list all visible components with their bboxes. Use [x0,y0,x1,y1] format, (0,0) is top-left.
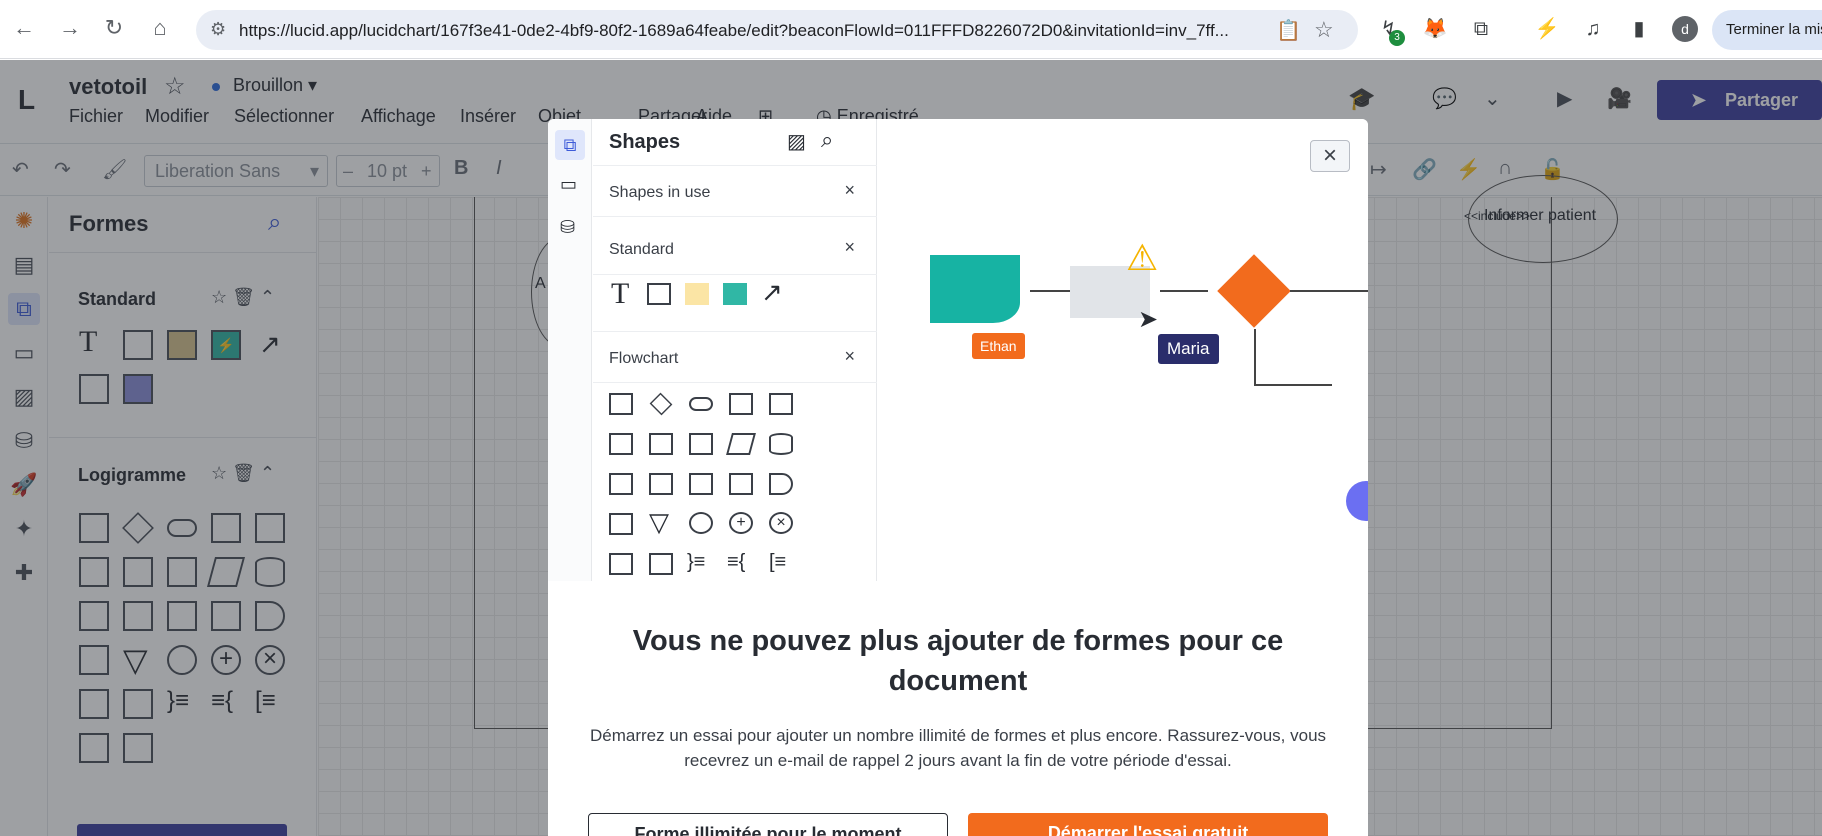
illustration-arrow [1160,290,1208,292]
preview-rail: ⧉ ▭ ⛁ [548,119,592,581]
or-shape: + [729,512,753,534]
section-label: Shapes in use [609,184,711,201]
close-icon: × [844,346,855,366]
modal-heading: Vous ne pouvez plus ajouter de formes po… [632,625,1284,697]
shapes-icon: ⧉ [555,130,585,160]
data-icon: ⛁ [560,217,576,237]
address-bar[interactable]: ⚙ https://lucid.app/lucidchart/167f3e41-… [196,10,1358,50]
profile-avatar[interactable]: d [1672,16,1698,42]
bracket-note-shape: [≡ [769,551,787,573]
manual-input-shape [649,433,673,455]
metamask-icon[interactable]: 🦊 [1422,16,1448,42]
process-shape [609,393,633,415]
note-shape [685,283,709,305]
illustration-line [1254,329,1256,385]
warning-icon: ⚠ [1126,237,1159,278]
connector-shape [689,512,713,534]
preview-section: Shapes in use × [593,165,877,217]
brace-left-shape: ≡{ [727,551,746,573]
subprocess-shape [729,393,753,415]
home-icon[interactable]: ⌂ [146,14,174,42]
cursor-label-ethan: Ethan [972,333,1025,359]
upgrade-modal: ⧉ ▭ ⛁ Shapes ▨ ⌕ Shapes in use × Standard… [548,119,1368,836]
media-controls-icon[interactable]: ♫ [1580,16,1606,42]
section-label: Standard [609,241,674,258]
continue-limited-button[interactable]: Forme illimitée pour le moment [588,813,948,836]
illustration-diamond [1217,254,1291,328]
rectangle-shape [647,283,671,305]
frame-icon: ▭ [560,174,578,194]
close-icon: × [844,180,855,200]
preview-section: Flowchart × [593,331,877,383]
brace-right-shape: }≡ [687,551,706,573]
text-shape: T [611,277,630,310]
extension-badge: 3 [1389,30,1405,46]
stored-data-shape [609,473,633,495]
image-icon: ▨ [787,131,806,153]
site-settings-icon[interactable]: ⚙ [210,19,226,40]
delay-shape [769,473,793,495]
internal-storage-shape [649,473,673,495]
terminator-shape [689,397,713,411]
illustration-arrow [1254,384,1332,386]
illustration-avatar [1346,481,1368,521]
preview-shapes-panel: Shapes ▨ ⌕ Shapes in use × Standard × T ↗ … [593,119,877,581]
tape-shape [689,473,713,495]
cursor-icon: ➤ [1138,306,1159,333]
preview-section: Standard × [593,223,877,275]
loop-limit-shape [609,553,633,575]
preparation-shape [689,433,713,455]
forward-icon[interactable]: → [56,14,84,42]
performance-icon[interactable]: ⚡ [1534,16,1560,42]
close-modal-button[interactable]: × [1310,140,1350,172]
decision-shape [649,392,673,416]
section-label: Flowchart [609,350,679,367]
bookmark-star-icon[interactable]: ☆ [1314,17,1334,43]
side-panel-icon[interactable]: ▮ [1626,16,1652,42]
arrow-shape: ↗ [761,277,783,307]
illustration-arrow [1290,290,1368,292]
preview-illustration: ⧉ ▭ ⛁ Shapes ▨ ⌕ Shapes in use × Standard… [548,119,1368,581]
illustration-teal-shape [930,255,1020,323]
start-trial-button[interactable]: Démarrer l'essai gratuit [968,813,1328,836]
finish-update-button[interactable]: Terminer la mis [1712,10,1822,50]
cursor-label-maria: Maria [1158,334,1219,364]
back-icon[interactable]: ← [10,14,38,42]
document-shape [769,393,793,415]
close-icon: × [844,237,855,257]
browser-toolbar: ← → ↻ ⌂ ⚙ https://lucid.app/lucidchart/1… [0,0,1822,59]
data-shape [726,433,756,455]
preview-panel-title: Shapes [609,131,681,153]
display-shape [609,513,633,535]
summing-junction-shape: × [769,512,793,534]
merge-shape: ▽ [649,507,669,537]
search-icon: ⌕ [821,127,834,152]
manual-operation-shape [729,473,753,495]
reload-icon[interactable]: ↻ [100,14,128,42]
url-text: https://lucid.app/lucidchart/167f3e41-0d… [239,21,1229,40]
clipboard-icon[interactable]: 📋 [1276,18,1301,43]
database-shape [769,433,793,455]
close-icon: × [1322,142,1337,169]
extensions-puzzle-icon[interactable]: ⧉ [1468,16,1494,42]
modal-body: Démarrez un essai pour ajouter un nombre… [589,726,1327,770]
action-shape [723,283,747,305]
off-page-shape [649,553,673,575]
multi-document-shape [609,433,633,455]
